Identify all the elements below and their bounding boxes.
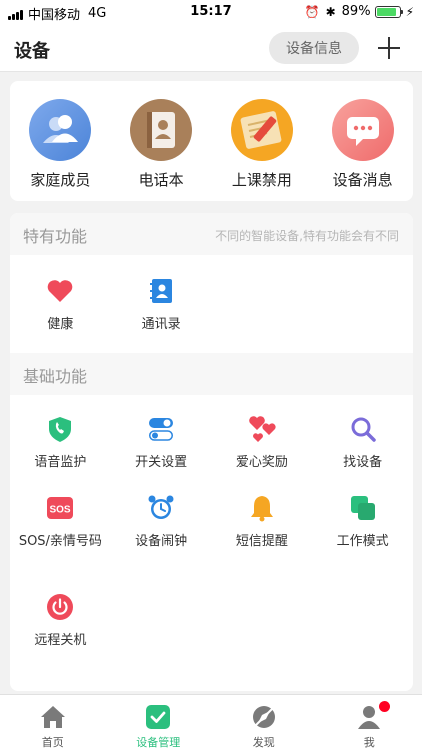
work-mode-icon	[349, 494, 377, 522]
device-message-label: 设备消息	[332, 171, 393, 189]
find-device-button[interactable]: 找设备	[312, 415, 413, 494]
sms-reminder-icon	[248, 494, 276, 522]
add-icon[interactable]	[374, 33, 404, 63]
home-icon	[40, 704, 66, 730]
class-disable-label: 上课禁用	[231, 171, 292, 189]
class-disable-button[interactable]: 上课禁用	[212, 81, 313, 201]
special-section-header: 特有功能 不同的智能设备,特有功能会有不同	[10, 213, 413, 255]
phonebook-button[interactable]: 电话本	[111, 81, 212, 201]
basic-row-1: 语音监护 开关设置 爱心奖励 找设备	[10, 395, 413, 494]
alarm-clock-button[interactable]: 设备闹钟	[111, 494, 212, 593]
family-members-button[interactable]: 家庭成员	[10, 81, 111, 201]
sms-reminder-label: 短信提醒	[235, 534, 288, 549]
find-device-label: 找设备	[343, 455, 383, 470]
tab-home-label: 首页	[41, 736, 64, 749]
toggle-settings-button[interactable]: 开关设置	[111, 415, 212, 494]
alarm-clock-label: 设备闹钟	[135, 534, 188, 549]
basic-row-2: SOS SOS/亲情号码 设备闹钟 短信提醒 工作模式	[10, 494, 413, 593]
remote-shutdown-icon	[46, 593, 74, 621]
family-members-label: 家庭成员	[30, 171, 91, 189]
voice-monitor-button[interactable]: 语音监护	[10, 415, 111, 494]
basic-section-header: 基础功能	[10, 353, 413, 395]
alarm-clock-icon	[147, 494, 175, 522]
tab-profile-label: 我	[363, 736, 375, 749]
sos-label: SOS/亲情号码	[18, 534, 102, 549]
features-card: 特有功能 不同的智能设备,特有功能会有不同 健康 通讯录 基础功能 语音监护 开…	[10, 213, 413, 691]
notification-badge	[378, 701, 390, 712]
remote-shutdown-button[interactable]: 远程关机	[10, 593, 111, 691]
nav-bar: 设备 设备信息	[0, 24, 422, 72]
class-disable-icon	[230, 99, 293, 161]
phonebook-icon	[130, 99, 193, 161]
basic-row-3: 远程关机	[10, 593, 413, 691]
phonebook-label: 电话本	[138, 171, 184, 189]
find-device-icon	[349, 415, 377, 443]
special-row: 健康 通讯录	[10, 255, 413, 353]
basic-section-title: 基础功能	[23, 367, 88, 386]
voice-monitor-label: 语音监护	[34, 455, 87, 470]
health-button[interactable]: 健康	[10, 277, 111, 353]
page-title: 设备	[14, 41, 50, 62]
love-reward-button[interactable]: 爱心奖励	[212, 415, 313, 494]
bluetooth-icon: ✱	[325, 4, 336, 19]
sos-button[interactable]: SOS SOS/亲情号码	[10, 494, 111, 593]
love-reward-label: 爱心奖励	[235, 455, 288, 470]
heart-icon	[46, 277, 74, 305]
device-message-button[interactable]: 设备消息	[312, 81, 413, 201]
status-bar: 中国移动 4G 15:17 ⏰ ✱ 89% ⚡	[0, 0, 422, 24]
work-mode-label: 工作模式	[336, 534, 389, 549]
work-mode-button[interactable]: 工作模式	[312, 494, 413, 593]
device-info-button[interactable]: 设备信息	[269, 32, 359, 64]
svg-text:SOS: SOS	[50, 505, 71, 516]
status-right: ⏰ ✱ 89% ⚡	[305, 4, 414, 19]
tab-discover[interactable]: 发现	[211, 695, 317, 750]
love-reward-icon	[248, 415, 276, 443]
battery-icon	[374, 5, 403, 18]
tab-bar: 首页 设备管理 发现 我	[0, 694, 422, 750]
device-message-icon	[331, 99, 394, 161]
special-section-note: 不同的智能设备,特有功能会有不同	[215, 229, 399, 243]
toggle-settings-label: 开关设置	[135, 455, 188, 470]
tab-discover-label: 发现	[252, 736, 275, 749]
family-members-icon	[29, 99, 92, 161]
alarm-status-icon: ⏰	[304, 4, 320, 19]
remote-shutdown-label: 远程关机	[34, 633, 87, 648]
tab-home[interactable]: 首页	[0, 695, 106, 750]
discover-icon	[251, 704, 277, 730]
tab-profile[interactable]: 我	[317, 695, 422, 750]
quick-actions-card: 家庭成员 电话本 上课禁用 设备消息	[10, 81, 413, 201]
special-section-title: 特有功能	[23, 227, 88, 246]
device-manage-icon	[145, 704, 171, 730]
sms-reminder-button[interactable]: 短信提醒	[212, 494, 313, 593]
contacts-button[interactable]: 通讯录	[111, 277, 212, 353]
charging-icon: ⚡	[405, 4, 414, 19]
contacts-label: 通讯录	[141, 317, 181, 332]
contacts-icon	[147, 277, 175, 305]
tab-device-manage-label: 设备管理	[136, 736, 181, 749]
health-label: 健康	[47, 317, 74, 332]
tab-device-manage[interactable]: 设备管理	[106, 695, 212, 750]
battery-percent: 89%	[341, 4, 371, 19]
toggle-settings-icon	[147, 415, 175, 443]
sos-icon: SOS	[46, 494, 74, 522]
voice-monitor-icon	[46, 415, 74, 443]
